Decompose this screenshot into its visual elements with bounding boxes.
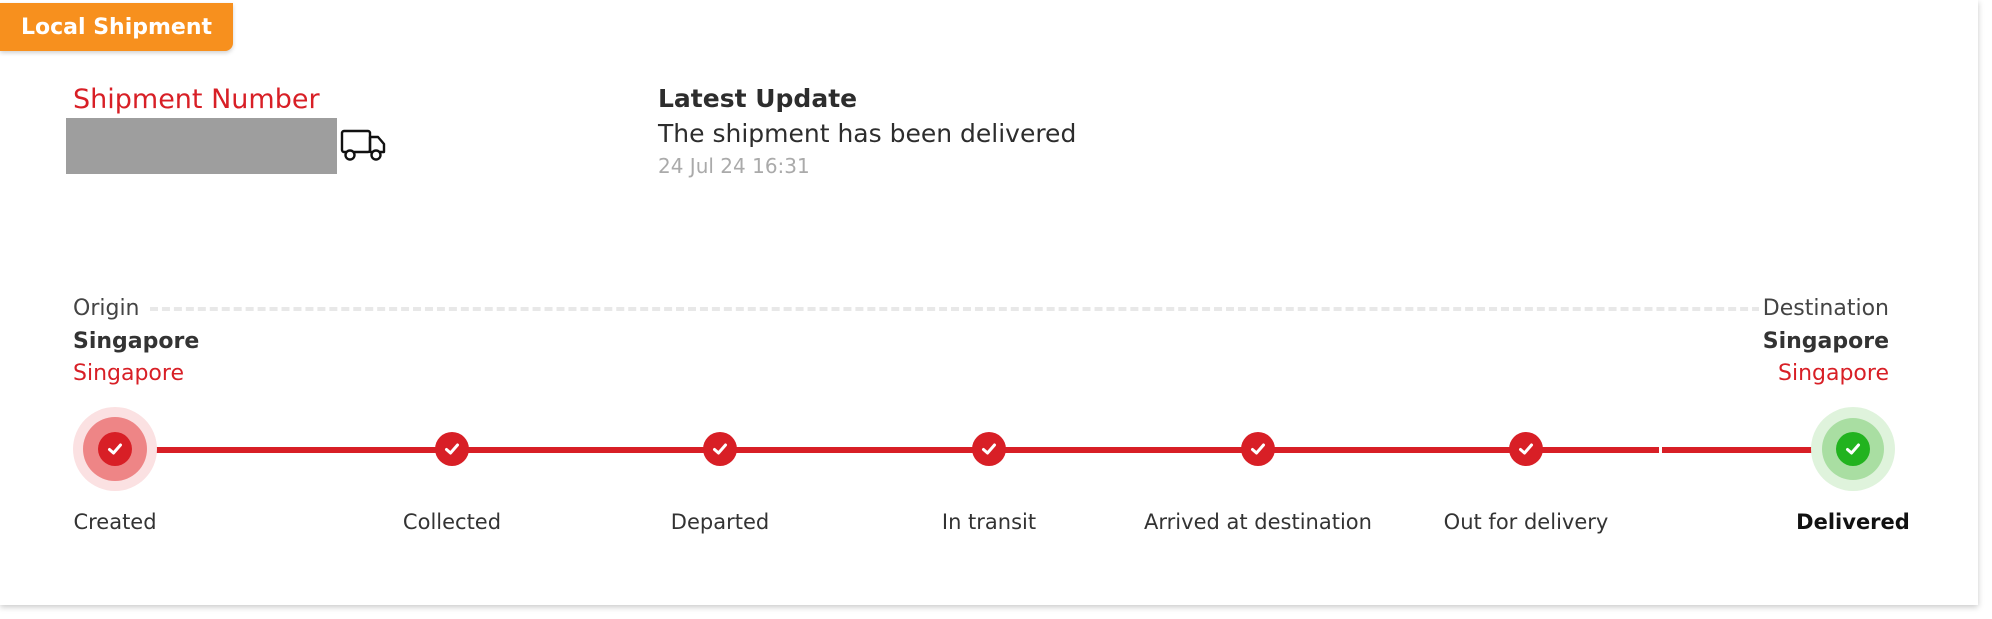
shipment-card: Local Shipment Shipment Number Latest Up… xyxy=(0,0,1978,605)
origin-country: Singapore xyxy=(73,361,184,386)
shipment-type-badge: Local Shipment xyxy=(0,3,233,51)
step-dot-in-transit xyxy=(972,432,1006,466)
step-label-out-for-delivery: Out for delivery xyxy=(1443,510,1609,534)
progress-track xyxy=(115,447,1659,453)
step-dot-delivered xyxy=(1836,432,1870,466)
step-dot-collected xyxy=(435,432,469,466)
check-icon xyxy=(982,443,996,455)
shipment-number-redacted xyxy=(66,118,337,174)
check-icon xyxy=(1846,443,1860,455)
check-icon xyxy=(1251,443,1265,455)
step-dot-created xyxy=(98,432,132,466)
origin-city: Singapore xyxy=(73,329,200,354)
check-icon xyxy=(108,443,122,455)
step-label-arrived: Arrived at destination xyxy=(1144,510,1372,534)
step-label-collected: Collected xyxy=(402,510,502,534)
destination-country: Singapore xyxy=(1778,361,1889,386)
check-icon xyxy=(713,443,727,455)
step-label-delivered: Delivered xyxy=(1796,510,1910,534)
destination-city: Singapore xyxy=(1762,329,1889,354)
check-icon xyxy=(1519,443,1533,455)
step-label-in-transit: In transit xyxy=(941,510,1037,534)
truck-icon xyxy=(340,129,386,161)
step-dot-arrived xyxy=(1241,432,1275,466)
latest-update-status: The shipment has been delivered xyxy=(658,119,1077,148)
route-dashed-line xyxy=(150,307,1772,311)
step-dot-out-for-delivery xyxy=(1509,432,1543,466)
latest-update-timestamp: 24 Jul 24 16:31 xyxy=(658,154,810,178)
destination-label: Destination xyxy=(1758,296,1889,321)
step-dot-departed xyxy=(703,432,737,466)
latest-update-title: Latest Update xyxy=(658,84,858,113)
origin-label: Origin xyxy=(73,296,144,321)
progress-track-final xyxy=(1662,447,1822,453)
step-label-departed: Departed xyxy=(670,510,770,534)
check-icon xyxy=(445,443,459,455)
step-label-created: Created xyxy=(73,510,157,534)
shipment-number-label: Shipment Number xyxy=(73,84,320,115)
